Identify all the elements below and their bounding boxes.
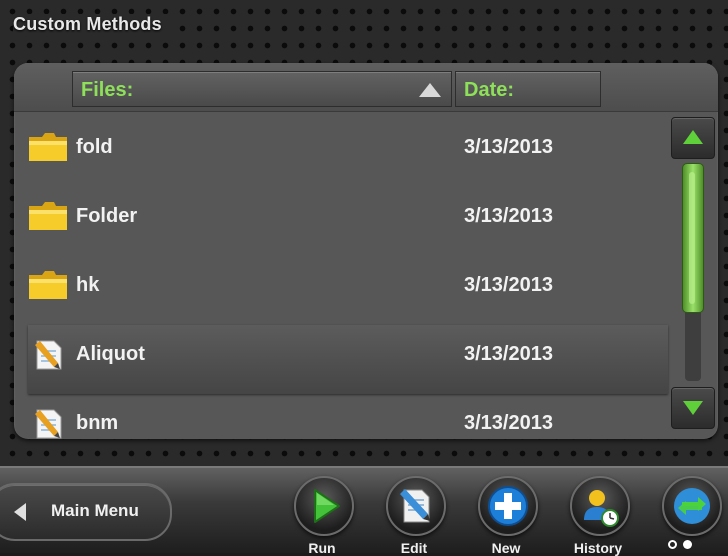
list-item-name: Folder — [76, 205, 138, 227]
list-item-name: hk — [76, 274, 100, 296]
history-button[interactable] — [570, 476, 630, 536]
main-menu-label: Main Menu — [51, 501, 139, 520]
files-column-header[interactable]: Files: — [72, 71, 452, 107]
list-item-name: bnm — [76, 412, 119, 434]
date-column-header[interactable]: Date: — [455, 71, 601, 107]
arrow-up-icon — [683, 130, 703, 144]
user-clock-icon — [584, 490, 619, 527]
new-button[interactable] — [478, 476, 538, 536]
list-item-date: 3/13/2013 — [464, 136, 553, 158]
date-column-label: Date: — [464, 79, 515, 101]
new-label: New — [491, 540, 521, 556]
page-dot-active — [683, 540, 692, 549]
sync-arrows-icon — [674, 488, 710, 524]
history-label: History — [573, 540, 623, 556]
list-item-name: fold — [76, 136, 113, 158]
files-column-label: Files: — [81, 79, 134, 101]
page-title: Custom Methods — [13, 14, 170, 35]
scroll-up-button[interactable] — [671, 117, 715, 159]
vertical-scrollbar[interactable] — [669, 111, 715, 433]
list-item-folder[interactable]: hk 3/13/2013 — [28, 256, 668, 325]
list-item-folder[interactable]: Folder 3/13/2013 — [28, 187, 668, 256]
sort-ascending-icon — [419, 83, 441, 97]
edit-label: Edit — [400, 540, 428, 556]
edit-document-icon — [400, 489, 430, 523]
edit-button[interactable] — [386, 476, 446, 536]
bottom-toolbar: Main Menu Run Edit New History — [0, 466, 728, 556]
sync-button[interactable] — [662, 476, 722, 536]
scrollbar-thumb[interactable] — [682, 163, 704, 313]
file-list-header: Files: Date: — [14, 63, 718, 112]
page-indicator — [668, 536, 698, 554]
list-item-date: 3/13/2013 — [464, 412, 553, 434]
list-item-file-selected[interactable]: Aliquot 3/13/2013 — [28, 325, 668, 394]
list-item-date: 3/13/2013 — [464, 343, 553, 365]
run-label: Run — [308, 540, 336, 556]
plus-icon — [488, 486, 528, 526]
folder-icon — [29, 202, 67, 230]
list-item-name: Aliquot — [76, 343, 145, 365]
scroll-down-button[interactable] — [671, 387, 715, 429]
file-list-panel: Files: Date: fold 3/13/2013 Folder 3/13/… — [14, 63, 718, 439]
play-icon — [314, 489, 340, 523]
page-dot-inactive[interactable] — [668, 540, 677, 549]
method-file-icon — [35, 340, 62, 370]
file-list: fold 3/13/2013 Folder 3/13/2013 hk 3/13/… — [28, 118, 668, 439]
list-item-date: 3/13/2013 — [464, 274, 553, 296]
run-button[interactable] — [294, 476, 354, 536]
list-item-folder[interactable]: fold 3/13/2013 — [28, 118, 668, 187]
list-item-date: 3/13/2013 — [464, 205, 553, 227]
list-item-file[interactable]: bnm 3/13/2013 — [28, 394, 668, 439]
folder-icon — [29, 271, 67, 299]
method-file-icon — [35, 409, 62, 439]
folder-icon — [29, 133, 67, 161]
back-arrow-icon — [14, 503, 26, 521]
main-menu-button[interactable]: Main Menu — [0, 483, 172, 541]
arrow-down-icon — [683, 401, 703, 415]
